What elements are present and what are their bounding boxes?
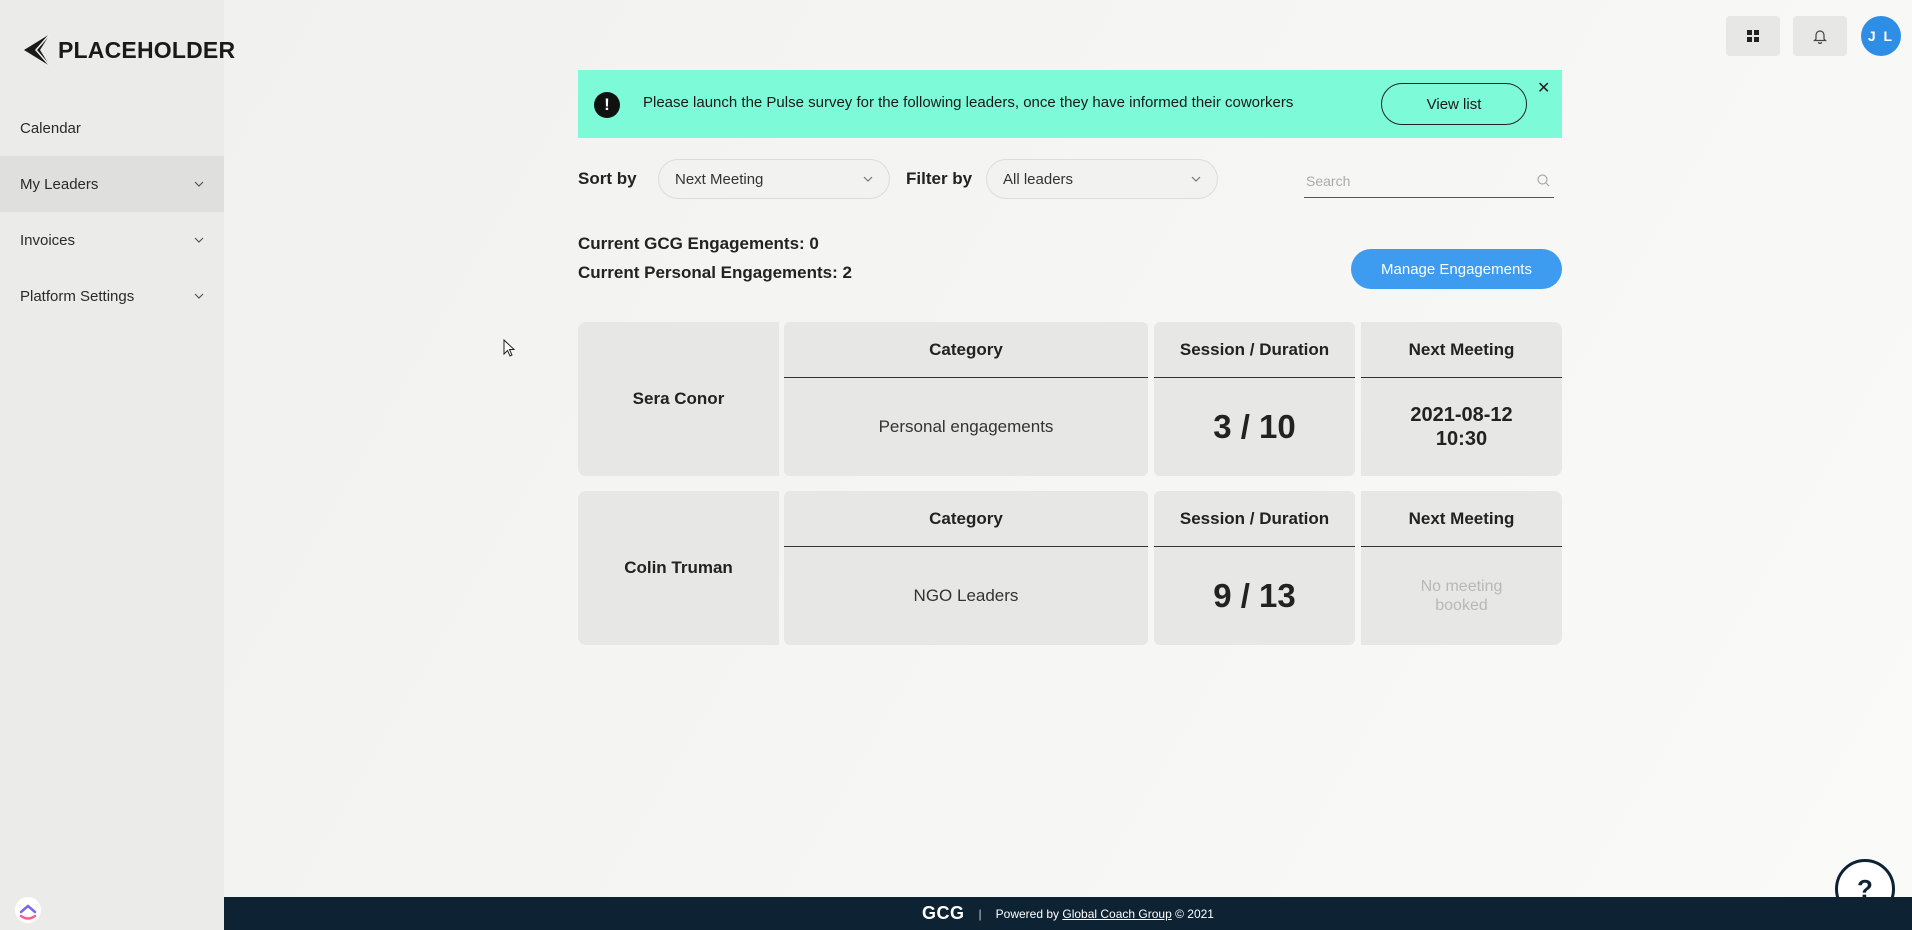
sidebar-item-label: Calendar: [20, 119, 81, 137]
grid-icon: [1747, 30, 1759, 42]
next-meeting-header: Next Meeting: [1361, 491, 1562, 547]
chevron-down-icon: [1191, 176, 1201, 182]
filter-select-value: All leaders: [1003, 170, 1074, 188]
banner-message: Please launch the Pulse survey for the f…: [643, 94, 1294, 111]
category-value: Personal engagements: [878, 417, 1054, 436]
session-value: 3 / 10: [1213, 408, 1296, 445]
meeting-date: 2021-08-12: [1410, 404, 1513, 426]
global-coach-group-link[interactable]: Global Coach Group: [1062, 907, 1171, 921]
chevron-down-icon: [194, 181, 204, 187]
category-column: Category Personal engagements: [784, 322, 1148, 476]
clickup-icon[interactable]: [14, 896, 42, 924]
sidebar-item-invoices[interactable]: Invoices: [0, 212, 224, 268]
sidebar-item-platform-settings[interactable]: Platform Settings: [0, 268, 224, 324]
bell-icon: [1813, 29, 1827, 44]
footer-logo: GCG: [922, 903, 965, 923]
avatar[interactable]: J L: [1861, 16, 1901, 56]
search-placeholder: Search: [1306, 172, 1351, 189]
session-column: Session / Duration 3 / 10: [1154, 322, 1355, 476]
chevron-down-icon: [194, 237, 204, 243]
session-value: 9 / 13: [1213, 577, 1296, 614]
view-list-button[interactable]: View list: [1381, 83, 1527, 125]
filter-select[interactable]: All leaders: [986, 159, 1218, 199]
leader-name[interactable]: Colin Truman: [578, 491, 779, 645]
search-icon: [1537, 174, 1550, 187]
notifications-button[interactable]: [1793, 16, 1847, 56]
category-value: NGO Leaders: [913, 586, 1019, 605]
session-column: Session / Duration 9 / 13: [1154, 491, 1355, 645]
category-header: Category: [784, 491, 1148, 547]
next-meeting-header: Next Meeting: [1361, 322, 1562, 378]
sidebar-item-calendar[interactable]: Calendar: [0, 100, 224, 156]
chevron-down-icon: [194, 293, 204, 299]
sidebar-item-my-leaders[interactable]: My Leaders: [0, 156, 224, 212]
category-column: Category NGO Leaders: [784, 491, 1148, 645]
footer: GCG | Powered by Global Coach Group © 20…: [224, 897, 1912, 930]
next-meeting-column: Next Meeting 2021-08-12 10:30: [1361, 322, 1562, 476]
sort-select[interactable]: Next Meeting: [658, 159, 890, 199]
gcg-engagements-count: Current GCG Engagements: 0: [578, 234, 819, 253]
session-header: Session / Duration: [1154, 322, 1355, 378]
session-header: Session / Duration: [1154, 491, 1355, 547]
brand-logo[interactable]: PLACEHOLDER: [22, 32, 235, 68]
pulse-survey-banner: ! Please launch the Pulse survey for the…: [578, 70, 1562, 138]
next-meeting-value: 2021-08-12 10:30: [1402, 403, 1522, 451]
logo-mark-icon: [24, 33, 51, 67]
close-icon[interactable]: ✕: [1537, 78, 1550, 98]
sort-select-value: Next Meeting: [675, 170, 764, 188]
personal-engagements-count: Current Personal Engagements: 2: [578, 263, 852, 282]
leader-card[interactable]: Sera Conor Category Personal engagements…: [578, 322, 1562, 476]
apps-grid-button[interactable]: [1726, 16, 1780, 56]
mouse-cursor-icon: [503, 339, 516, 357]
leader-name[interactable]: Sera Conor: [578, 322, 779, 476]
footer-credit: Powered by Global Coach Group © 2021: [996, 907, 1214, 921]
leader-card[interactable]: Colin Truman Category NGO Leaders Sessio…: [578, 491, 1562, 645]
logo-text: PLACEHOLDER: [58, 36, 236, 63]
search-input[interactable]: Search: [1304, 164, 1554, 198]
category-header: Category: [784, 322, 1148, 378]
footer-separator: |: [978, 906, 982, 921]
meeting-time: 10:30: [1435, 428, 1488, 450]
copyright-text: © 2021: [1175, 906, 1214, 921]
alert-icon: !: [594, 92, 620, 118]
sidebar-nav: Calendar My Leaders Invoices Platform Se…: [0, 100, 224, 324]
sort-label: Sort by: [578, 169, 637, 188]
filter-label: Filter by: [906, 169, 973, 188]
sidebar: PLACEHOLDER Calendar My Leaders Invoices…: [0, 0, 235, 930]
sidebar-item-label: Invoices: [20, 231, 76, 249]
powered-by-text: Powered by: [995, 906, 1060, 921]
sidebar-item-label: My Leaders: [20, 175, 99, 193]
sidebar-item-label: Platform Settings: [20, 287, 135, 305]
chevron-down-icon: [863, 176, 873, 182]
next-meeting-column: Next Meeting No meeting booked: [1361, 491, 1562, 645]
manage-engagements-button[interactable]: Manage Engagements: [1351, 249, 1562, 289]
next-meeting-empty: No meeting booked: [1420, 578, 1503, 614]
